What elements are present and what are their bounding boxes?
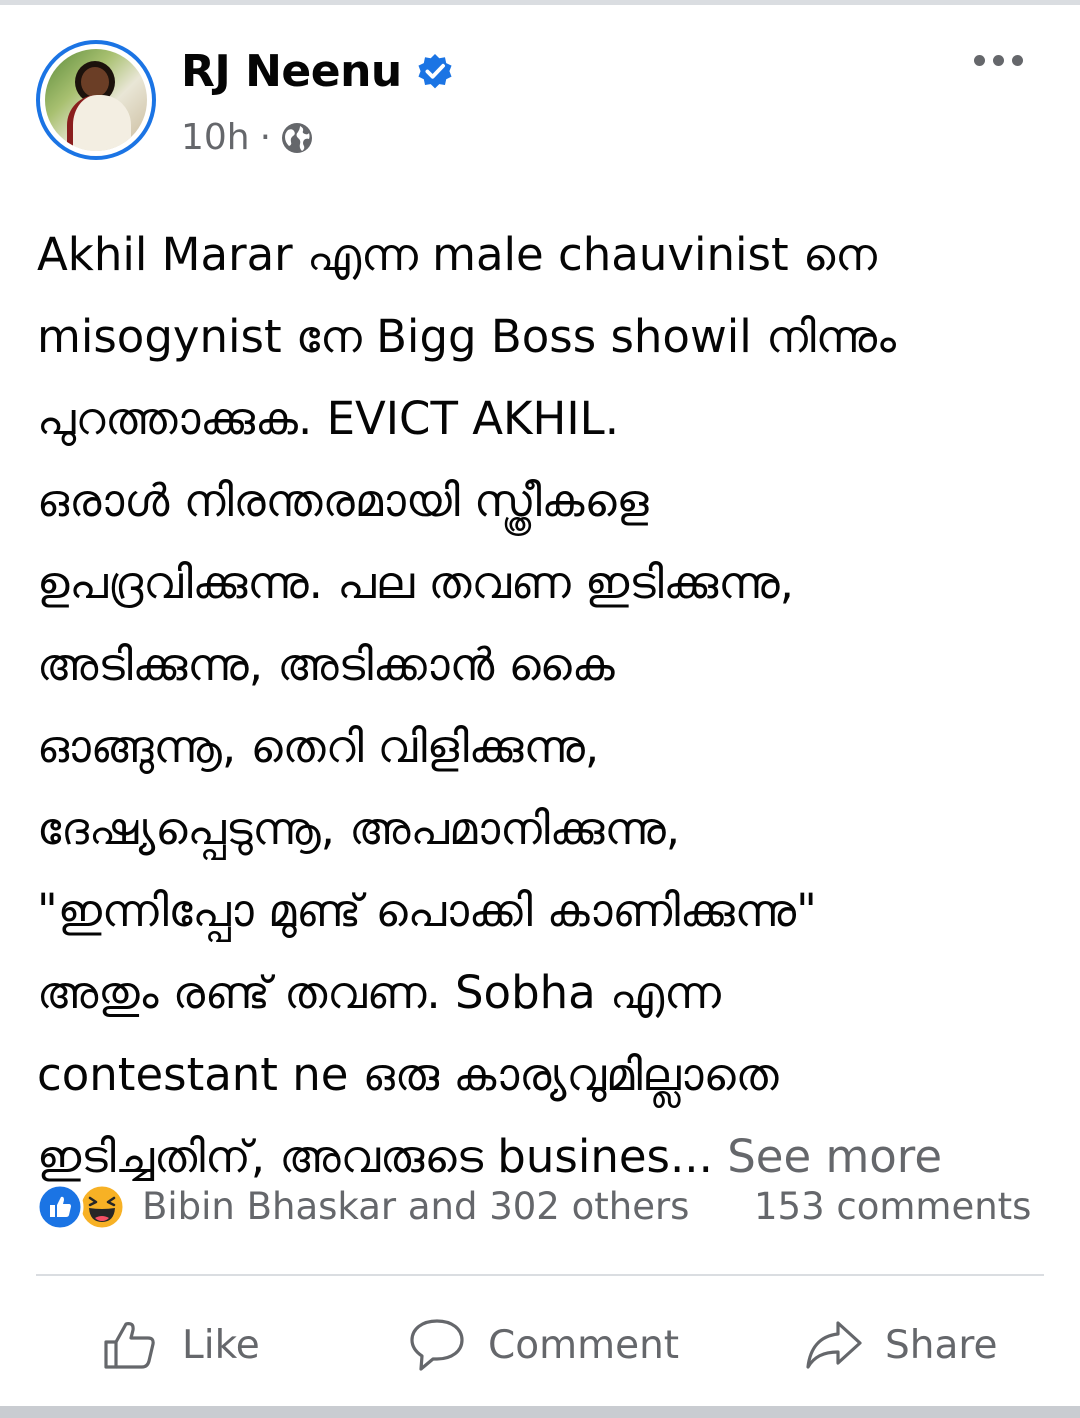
like-button[interactable]: Like [102, 1310, 260, 1380]
share-button[interactable]: Share [805, 1310, 998, 1380]
reactions-summary[interactable]: Bibin Bhaskar and 302 others [36, 1183, 689, 1231]
comment-label: Comment [488, 1322, 680, 1368]
author-row: RJ Neenu [181, 44, 454, 100]
post-line: misogynist നേ Bigg Boss showil നിന്നും [37, 310, 896, 363]
comments-count[interactable]: 153 comments [754, 1183, 1031, 1231]
avatar-photo [45, 49, 147, 151]
top-border [0, 0, 1080, 5]
post-line: അതും രണ്ട് തവണ. Sobha എന്ന [37, 966, 721, 1019]
meta-separator: · [259, 117, 272, 158]
haha-reaction-icon [78, 1183, 126, 1231]
post-line: "ഇന്നിപ്പോ മുണ്ട് പൊക്കി കാണിക്കുന്നു" [37, 884, 817, 937]
post-line: പുറത്താക്കുക. EVICT AKHIL. [37, 392, 620, 445]
divider [36, 1274, 1044, 1276]
share-arrow-icon [806, 1321, 862, 1369]
post-line: contestant ne ഒരു കാര്യവുമില്ലാതെ [37, 1048, 779, 1101]
author-name[interactable]: RJ Neenu [181, 44, 402, 100]
verified-badge-icon [418, 53, 452, 89]
see-more-link[interactable]: See more [727, 1130, 942, 1183]
like-label: Like [182, 1322, 260, 1368]
globe-icon [282, 123, 313, 153]
post-body: Akhil Marar എന്ന male chauvinist നെ miso… [37, 214, 1047, 1198]
comment-button[interactable]: Comment [408, 1310, 679, 1380]
post-line-truncated: ഇടിച്ചതിന്, അവരുടെ busines... [37, 1130, 713, 1183]
share-label: Share [885, 1322, 998, 1368]
post-line: അടിക്കുന്നു, അടിക്കാൻ കൈ [37, 638, 615, 691]
reactions-text: Bibin Bhaskar and 302 others [142, 1185, 690, 1228]
comment-bubble-icon [410, 1319, 464, 1371]
bottom-border [0, 1406, 1080, 1418]
more-options-icon[interactable] [974, 55, 1023, 66]
post-meta: 10h · [181, 115, 315, 161]
post-line: ഒരാൾ നിരന്തരമായി സ്ത്രീകളെ [37, 474, 649, 527]
post-time[interactable]: 10h [181, 115, 250, 161]
post-line: ഉപദ്രവിക്കുന്നു. പല തവണ ഇടിക്കുന്നു, [37, 556, 794, 609]
post-line: ഓങ്ങുന്നൂ, തെറി വിളിക്കുന്നു, [37, 720, 600, 773]
thumbs-up-icon [104, 1322, 155, 1369]
like-reaction-icon [36, 1183, 84, 1231]
post-line: Akhil Marar എന്ന male chauvinist നെ [37, 228, 877, 281]
avatar[interactable] [36, 40, 156, 160]
post-line: ദേഷ്യപ്പെടുന്നൂ, അപമാനിക്കുന്നു, [37, 802, 681, 855]
